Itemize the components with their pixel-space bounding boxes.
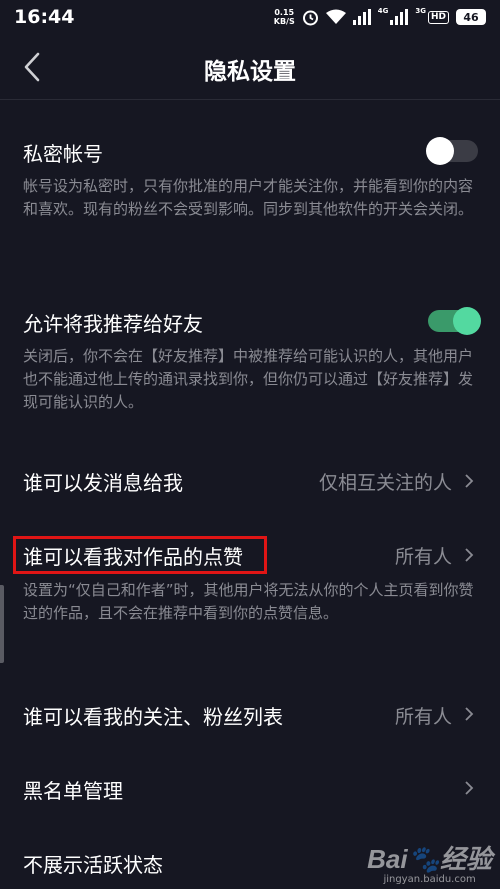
- who-can-message-value: 仅相互关注的人: [318, 472, 452, 494]
- toggle-knob: [453, 307, 481, 335]
- private-account-toggle[interactable]: [426, 137, 478, 165]
- signal-icon-1: [352, 9, 371, 25]
- hd-icon: HD: [427, 10, 449, 24]
- page-title: 隐私设置: [204, 59, 296, 85]
- network-speed: 0.15 KB/S: [274, 8, 295, 26]
- who-can-see-follow-label: 谁可以看我的关注、粉丝列表: [23, 705, 283, 729]
- status-time: 16:44: [14, 6, 75, 28]
- chevron-right-icon: [465, 474, 474, 488]
- net-speed-unit: KB/S: [273, 17, 295, 26]
- highlight-annotation: [13, 536, 267, 574]
- alarm-icon: [302, 10, 318, 25]
- chevron-right-icon: [465, 548, 474, 562]
- signal-type-1: 4G: [377, 7, 389, 15]
- who-can-see-follow-value: 所有人: [394, 706, 452, 728]
- signal-icon-2: [390, 9, 409, 25]
- who-can-see-likes-value: 所有人: [394, 546, 452, 568]
- watermark: Bai🐾经验 jingyan.baidu.com: [367, 839, 492, 885]
- status-bar: 16:44 0.15 KB/S 4G 3G HD 46: [0, 0, 500, 34]
- recommend-friends-toggle[interactable]: [428, 307, 481, 335]
- chevron-right-icon: [465, 781, 474, 795]
- recommend-friends-description: 关闭后，你不会在【好友推荐】中被推荐给可能认识的人，其他用户也不能通过他上传的通…: [23, 347, 474, 411]
- blacklist-label: 黑名单管理: [23, 779, 123, 803]
- who-can-see-likes-description: 设置为“仅自己和作者”时，其他用户将无法从你的个人主页看到你赞过的作品，且不会在…: [23, 581, 474, 622]
- chevron-right-icon: [465, 707, 474, 721]
- watermark-url: jingyan.baidu.com: [383, 874, 476, 885]
- wifi-icon: [325, 9, 346, 24]
- recommend-friends-label: 允许将我推荐给好友: [23, 312, 203, 336]
- toggle-knob: [426, 137, 454, 165]
- scrollbar[interactable]: [0, 585, 4, 663]
- who-can-message-label: 谁可以发消息给我: [23, 471, 183, 495]
- hide-active-status-label: 不展示活跃状态: [23, 853, 163, 877]
- battery-icon: 46: [456, 9, 486, 25]
- watermark-logo: Bai🐾经验: [367, 844, 492, 874]
- private-account-description: 帐号设为私密时，只有你批准的用户才能关注你，并能看到你的内容和喜欢。现有的粉丝不…: [23, 177, 474, 218]
- private-account-label: 私密帐号: [23, 142, 103, 166]
- nav-bar: 隐私设置: [0, 34, 500, 100]
- status-icons: 0.15 KB/S 4G 3G HD 46: [274, 7, 486, 26]
- net-speed-value: 0.15: [274, 8, 295, 17]
- signal-type-2: 3G: [415, 7, 426, 15]
